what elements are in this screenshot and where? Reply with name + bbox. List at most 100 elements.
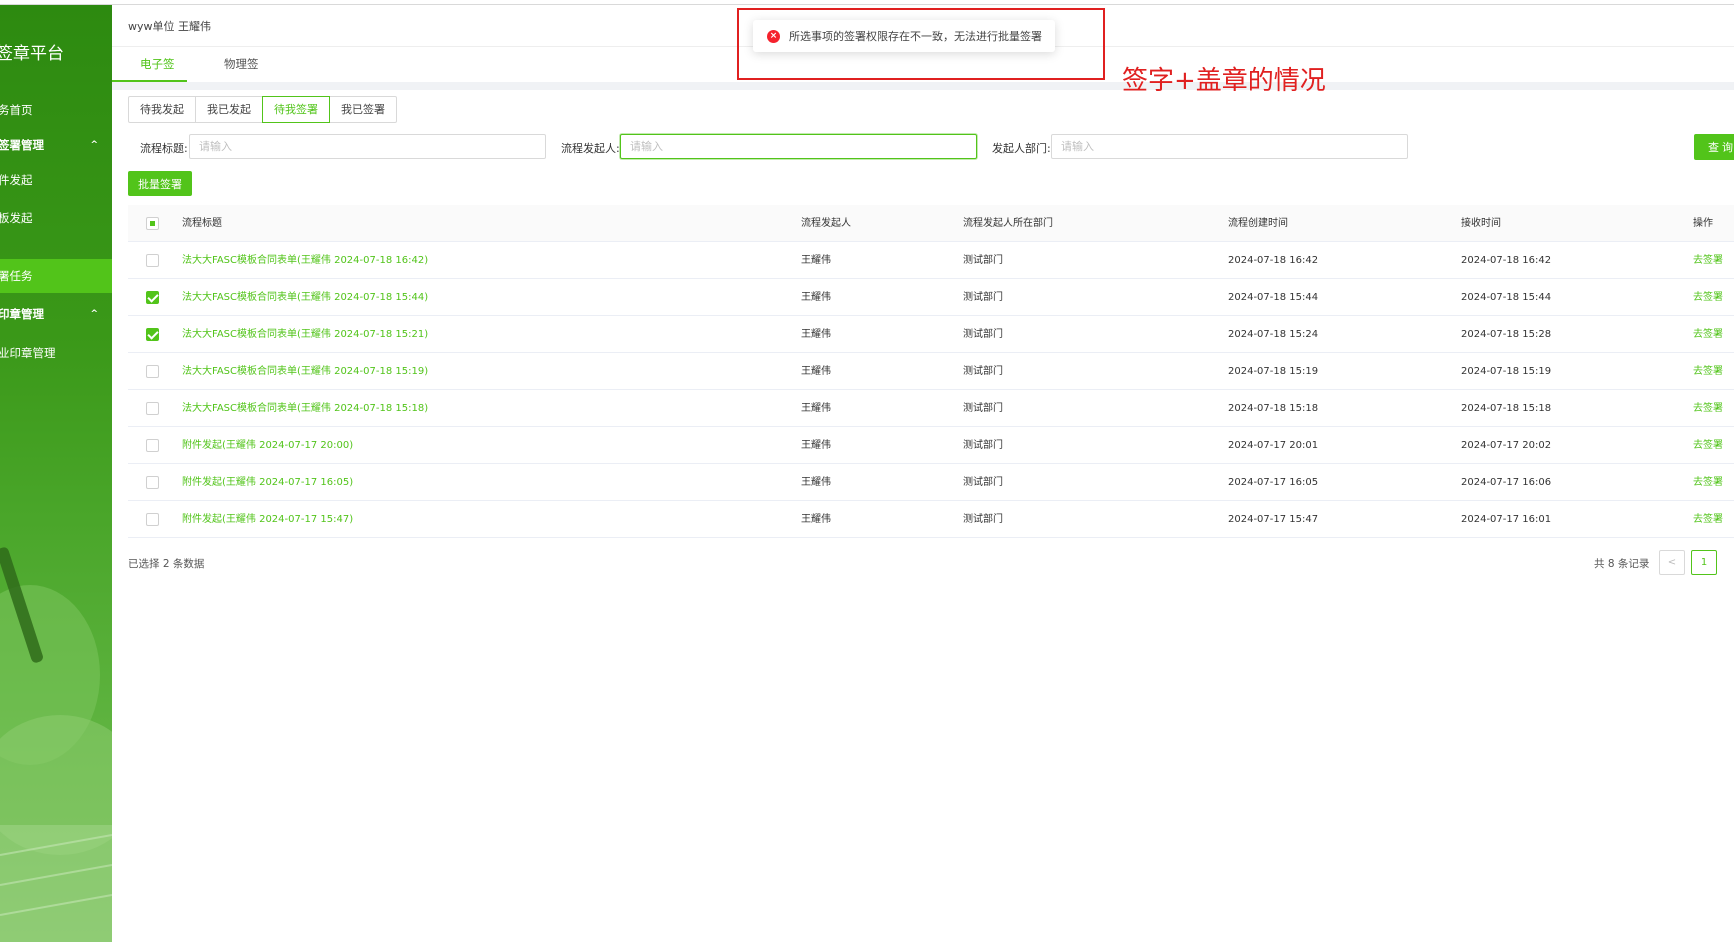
row-sign-action[interactable]: 去签署 (1693, 316, 1723, 353)
column-header-created: 流程创建时间 (1228, 218, 1288, 229)
row-checkbox[interactable] (146, 402, 159, 415)
row-received-time: 2024-07-18 15:18 (1461, 403, 1552, 414)
sidebar: 签章平台 务首页 签署管理 ^ 件发起 板发起 署任务 印章管理 ^ 业印章管理 (0, 5, 112, 942)
row-title-link[interactable]: 附件发起(王耀伟 2024-07-17 15:47) (182, 501, 353, 538)
sidebar-group-label: 印章管理 (0, 307, 44, 321)
row-dept: 测试部门 (963, 329, 1003, 340)
sidebar-item-sign-tasks[interactable]: 署任务 (0, 259, 112, 293)
sidebar-item-template-initiate[interactable]: 板发起 (0, 201, 112, 235)
title-filter-label: 流程标题: (140, 142, 188, 155)
row-checkbox[interactable] (146, 291, 159, 304)
row-initiator: 王耀伟 (801, 440, 831, 451)
status-tab-signed[interactable]: 我已签署 (329, 96, 397, 123)
row-dept: 测试部门 (963, 403, 1003, 414)
sidebar-group-sign-management[interactable]: 签署管理 ^ (0, 128, 112, 162)
row-created-time: 2024-07-18 15:19 (1228, 366, 1319, 377)
row-received-time: 2024-07-18 16:42 (1461, 255, 1552, 266)
status-tab-pending-sign[interactable]: 待我签署 (262, 96, 330, 123)
row-checkbox[interactable] (146, 439, 159, 452)
prev-page-button[interactable]: < (1659, 550, 1685, 575)
row-title-link[interactable]: 法大大FASC模板合同表单(王耀伟 2024-07-18 15:19) (182, 353, 428, 390)
status-tab-pending-initiate[interactable]: 待我发起 (128, 96, 196, 123)
row-received-time: 2024-07-17 16:01 (1461, 514, 1552, 525)
row-dept: 测试部门 (963, 514, 1003, 525)
sidebar-item-label: 务首页 (0, 103, 33, 117)
row-checkbox[interactable] (146, 254, 159, 267)
row-initiator: 王耀伟 (801, 255, 831, 266)
table-row: 法大大FASC模板合同表单(王耀伟 2024-07-18 15:44) 王耀伟 测试… (128, 279, 1734, 316)
row-initiator: 王耀伟 (801, 403, 831, 414)
sidebar-item-home[interactable]: 务首页 (0, 93, 112, 127)
dept-filter-input[interactable] (1051, 134, 1408, 159)
row-title-link[interactable]: 附件发起(王耀伟 2024-07-17 20:00) (182, 427, 353, 464)
sidebar-item-label: 件发起 (0, 173, 33, 187)
row-created-time: 2024-07-17 16:05 (1228, 477, 1319, 488)
row-checkbox[interactable] (146, 513, 159, 526)
table-row: 法大大FASC模板合同表单(王耀伟 2024-07-18 15:19) 王耀伟 测试… (128, 353, 1734, 390)
row-checkbox[interactable] (146, 328, 159, 341)
table-row: 附件发起(王耀伟 2024-07-17 15:47) 王耀伟 测试部门 2024-07… (128, 501, 1734, 538)
row-sign-action[interactable]: 去签署 (1693, 279, 1723, 316)
table-header: 流程标题 流程发起人 流程发起人所在部门 流程创建时间 接收时间 操作 (128, 205, 1734, 242)
current-user: wyw单位 王耀伟 (128, 20, 211, 33)
row-sign-action[interactable]: 去签署 (1693, 390, 1723, 427)
row-created-time: 2024-07-18 15:24 (1228, 329, 1319, 340)
page-1-button[interactable]: 1 (1691, 550, 1717, 575)
sidebar-item-file-initiate[interactable]: 件发起 (0, 163, 112, 197)
table-row: 附件发起(王耀伟 2024-07-17 16:05) 王耀伟 测试部门 2024-07… (128, 464, 1734, 501)
tab-electronic-sign[interactable]: 电子签 (140, 56, 175, 72)
tab-physical-sign[interactable]: 物理签 (224, 56, 259, 72)
row-created-time: 2024-07-18 15:18 (1228, 403, 1319, 414)
row-title-link[interactable]: 附件发起(王耀伟 2024-07-17 16:05) (182, 464, 353, 501)
status-tab-group: 待我发起 我已发起 待我签署 我已签署 (128, 96, 397, 123)
sidebar-item-label: 业印章管理 (0, 346, 56, 360)
row-title-link[interactable]: 法大大FASC模板合同表单(王耀伟 2024-07-18 16:42) (182, 242, 428, 279)
row-title-link[interactable]: 法大大FASC模板合同表单(王耀伟 2024-07-18 15:21) (182, 316, 428, 353)
row-created-time: 2024-07-18 16:42 (1228, 255, 1319, 266)
column-header-received: 接收时间 (1461, 218, 1501, 229)
row-sign-action[interactable]: 去签署 (1693, 242, 1723, 279)
table-row: 法大大FASC模板合同表单(王耀伟 2024-07-18 15:21) 王耀伟 测试… (128, 316, 1734, 353)
row-title-link[interactable]: 法大大FASC模板合同表单(王耀伟 2024-07-18 15:18) (182, 390, 428, 427)
row-initiator: 王耀伟 (801, 292, 831, 303)
row-checkbox[interactable] (146, 476, 159, 489)
annotation-text: 签字+盖章的情况 (1122, 66, 1326, 96)
row-checkbox[interactable] (146, 365, 159, 378)
table-row: 法大大FASC模板合同表单(王耀伟 2024-07-18 16:42) 王耀伟 测试… (128, 242, 1734, 279)
column-header-dept: 流程发起人所在部门 (963, 218, 1053, 229)
window-top-border (0, 4, 1734, 5)
status-tab-initiated[interactable]: 我已发起 (195, 96, 263, 123)
row-initiator: 王耀伟 (801, 514, 831, 525)
row-received-time: 2024-07-18 15:19 (1461, 366, 1552, 377)
row-title-link[interactable]: 法大大FASC模板合同表单(王耀伟 2024-07-18 15:44) (182, 279, 428, 316)
row-sign-action[interactable]: 去签署 (1693, 501, 1723, 538)
row-created-time: 2024-07-17 20:01 (1228, 440, 1319, 451)
brand-title: 签章平台 (0, 44, 64, 64)
row-received-time: 2024-07-17 16:06 (1461, 477, 1552, 488)
sidebar-item-label: 板发起 (0, 211, 33, 225)
row-sign-action[interactable]: 去签署 (1693, 427, 1723, 464)
row-dept: 测试部门 (963, 477, 1003, 488)
select-all-checkbox[interactable] (146, 217, 159, 230)
row-dept: 测试部门 (963, 366, 1003, 377)
sidebar-item-enterprise-seal[interactable]: 业印章管理 (0, 336, 112, 370)
row-received-time: 2024-07-18 15:28 (1461, 329, 1552, 340)
query-button[interactable]: 查 询 (1694, 134, 1734, 160)
table-row: 附件发起(王耀伟 2024-07-17 20:00) 王耀伟 测试部门 2024-07… (128, 427, 1734, 464)
row-dept: 测试部门 (963, 440, 1003, 451)
selection-count: 已选择 2 条数据 (128, 558, 205, 570)
row-initiator: 王耀伟 (801, 366, 831, 377)
title-filter-input[interactable] (189, 134, 546, 159)
sidebar-group-seal-management[interactable]: 印章管理 ^ (0, 297, 112, 331)
row-created-time: 2024-07-17 15:47 (1228, 514, 1319, 525)
initiator-filter-label: 流程发起人: (561, 142, 620, 155)
annotation-highlight-box (737, 8, 1105, 80)
row-sign-action[interactable]: 去签署 (1693, 464, 1723, 501)
initiator-filter-input[interactable] (620, 134, 977, 159)
row-sign-action[interactable]: 去签署 (1693, 353, 1723, 390)
batch-sign-button[interactable]: 批量签署 (128, 171, 192, 196)
row-received-time: 2024-07-18 15:44 (1461, 292, 1552, 303)
hand-writing-illustration (0, 547, 112, 942)
row-initiator: 王耀伟 (801, 329, 831, 340)
column-header-title: 流程标题 (182, 218, 222, 229)
